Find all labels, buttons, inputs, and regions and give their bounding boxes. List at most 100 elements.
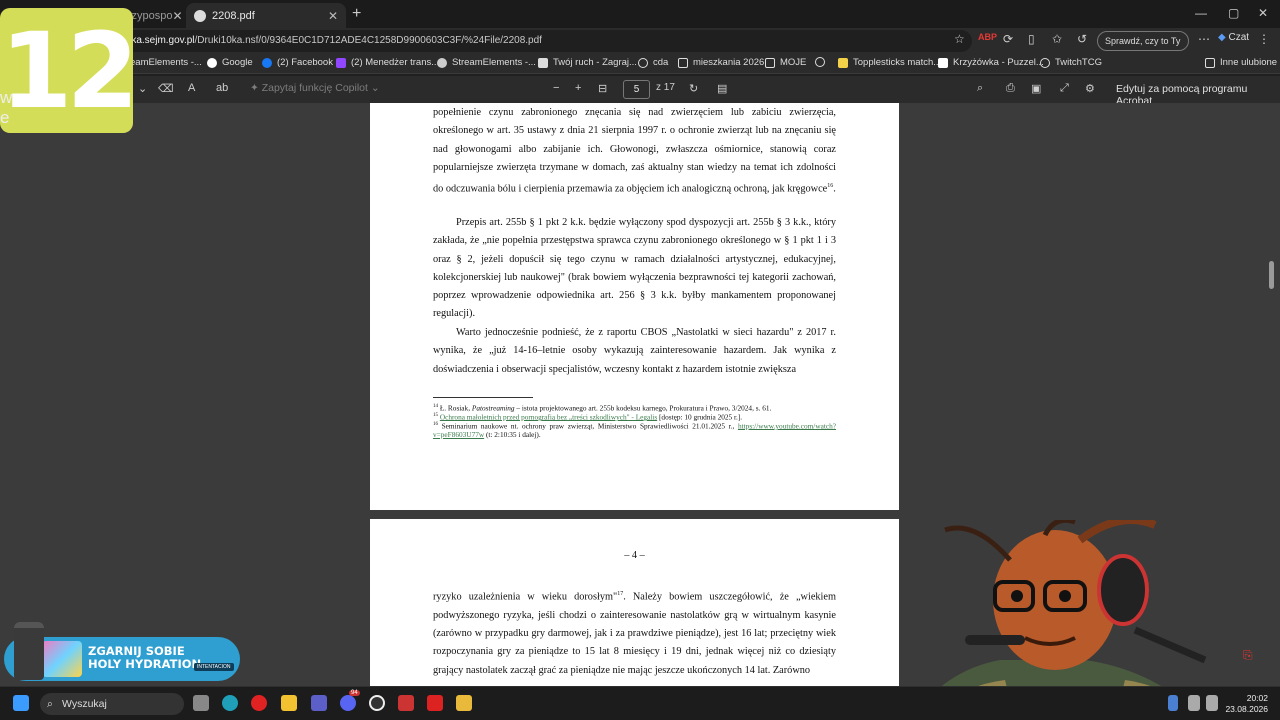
bookmark-item[interactable] — [815, 57, 830, 67]
text-icon[interactable]: A — [188, 82, 195, 94]
bookmark-folder[interactable]: MOJE — [765, 57, 806, 68]
rotate-icon[interactable]: ↻ — [689, 82, 698, 95]
app-icon[interactable] — [398, 695, 414, 711]
game-icon — [538, 57, 548, 68]
globe-icon — [1040, 57, 1050, 68]
zoom-out-icon[interactable]: − — [553, 82, 559, 94]
menu-icon[interactable]: ⋮ — [1258, 32, 1270, 46]
read-aloud-icon[interactable]: ab — [216, 82, 228, 94]
app-icon[interactable] — [456, 695, 472, 711]
other-bookmarks[interactable]: Inne ulubione — [1205, 57, 1277, 68]
copilot-input[interactable]: ✦ Zapytaj funkcję Copilot ⌄ — [250, 82, 380, 94]
bookmark-label: cda — [653, 57, 669, 68]
chat-button[interactable]: ◆ Czat — [1218, 32, 1249, 43]
bookmark-label: MOJE — [780, 57, 807, 68]
bookmark-item[interactable]: eamElements -... — [130, 57, 202, 68]
settings-icon[interactable]: ⚙ — [1085, 82, 1095, 95]
tab-active[interactable]: 2208.pdf ✕ — [186, 3, 346, 28]
display-icon[interactable] — [1188, 695, 1200, 711]
split-screen-icon[interactable]: ▯ — [1028, 32, 1035, 46]
page-total: z 17 — [656, 82, 675, 93]
favorites-icon[interactable]: ✩ — [1052, 32, 1062, 46]
eye — [1011, 590, 1023, 602]
bookmark-item[interactable]: TwitchTCG — [1040, 57, 1102, 68]
bookmark-item[interactable]: Krzyżówka - Puzzel... — [938, 57, 1044, 68]
paragraph: Przepis art. 255b § 1 pkt 2 k.k. będzie … — [433, 217, 836, 320]
close-icon[interactable]: ✕ — [172, 9, 182, 23]
folder-icon — [678, 57, 688, 68]
page-view-icon[interactable]: ▤ — [717, 82, 727, 95]
globe-icon — [638, 57, 648, 68]
opera-icon[interactable] — [251, 695, 267, 711]
minimize-icon[interactable]: — — [1195, 6, 1207, 20]
search-icon: ⌕ — [47, 698, 53, 710]
overlay-side-text: w e — [0, 88, 13, 127]
extensions-icon[interactable]: ⟳ — [1003, 32, 1013, 46]
windows-start-icon[interactable] — [13, 695, 29, 711]
file-explorer-icon[interactable] — [281, 695, 297, 711]
zoom-in-icon[interactable]: + — [575, 82, 581, 94]
url-input[interactable]: rka.sejm.gov.pl/Druki10ka.nsf/0/9364E0C1… — [118, 30, 972, 52]
bookmark-folder[interactable]: mieszkania 2026 — [678, 57, 764, 68]
bookmark-item[interactable]: StreamElements -... — [437, 57, 536, 68]
bookmark-item[interactable]: (2) Facebook — [262, 57, 333, 68]
taskbar-search[interactable]: ⌕ Wyszukaj — [40, 693, 184, 715]
footnote-text: (t: 2:10:35 i dalej). — [484, 429, 541, 439]
pdf-page: popełnienie czynu zabronionego znęcania … — [370, 103, 899, 510]
task-view-icon[interactable] — [193, 695, 209, 711]
edge-icon[interactable] — [222, 695, 238, 711]
clock[interactable]: 20:02 23.08.2026 — [1222, 693, 1268, 715]
close-icon[interactable]: ✕ — [328, 9, 338, 23]
bookmark-label: Twój ruch - Zagraj... — [553, 57, 637, 68]
bookmark-label: (2) Facebook — [277, 57, 333, 68]
eraser-icon[interactable]: ⌫ — [158, 82, 174, 95]
folder-icon — [1205, 57, 1215, 68]
maximize-icon[interactable]: ▢ — [1228, 6, 1239, 20]
paragraph: ryzyko uzależnienia w wieku dorosłym"17.… — [433, 585, 836, 680]
address-row: rka.sejm.gov.pl/Druki10ka.nsf/0/9364E0C1… — [0, 28, 1280, 54]
copilot-icon: ◆ — [1218, 32, 1226, 43]
search-icon[interactable]: ⌕ — [977, 82, 983, 95]
obs-icon[interactable] — [369, 695, 385, 711]
mic-icon[interactable] — [1168, 695, 1178, 711]
bookmark-item[interactable]: Topplesticks match... — [838, 57, 941, 68]
chevron-down-icon[interactable]: ⌄ — [138, 82, 147, 95]
chat-label: Czat — [1228, 32, 1250, 43]
paragraph-text: . Należy bowiem uszczegółowić, że „wieki… — [433, 591, 836, 676]
microphone — [965, 635, 1025, 645]
history-icon[interactable]: ↺ — [1077, 32, 1087, 46]
check-identity-button[interactable]: Sprawdź, czy to Ty — [1097, 31, 1189, 51]
bookmark-item[interactable]: cda — [638, 57, 668, 68]
bookmark-item[interactable]: (2) Menedżer trans... — [336, 57, 439, 68]
facebook-icon — [262, 57, 272, 68]
puzzle-icon — [838, 57, 848, 68]
new-tab-icon[interactable]: + — [352, 5, 361, 23]
close-window-icon[interactable]: ✕ — [1258, 6, 1268, 20]
clock-date: 23.08.2026 — [1225, 704, 1268, 714]
volume-icon[interactable] — [1206, 695, 1218, 711]
footnote: 16 Seminarium naukowe nt. ochrony praw z… — [433, 421, 836, 439]
twitch-icon — [336, 57, 346, 68]
fullscreen-icon[interactable]: ⤢ — [1060, 82, 1069, 95]
print-icon[interactable]: ⎙ — [1006, 82, 1015, 95]
adblock-icon[interactable]: ABP — [978, 32, 997, 42]
notification-badge: 94 — [349, 690, 360, 696]
fit-page-icon[interactable]: ⊟ — [598, 82, 607, 95]
scrollbar-thumb[interactable] — [1269, 261, 1274, 289]
app-icon[interactable] — [427, 695, 443, 711]
pdf-page: – 4 – ryzyko uzależnienia w wieku dorosł… — [370, 519, 899, 686]
paragraph-text: popełnienie czynu zabronionego znęcania … — [433, 107, 836, 195]
favorite-star-icon[interactable]: ☆ — [954, 32, 965, 46]
paragraph: popełnienie czynu zabronionego znęcania … — [433, 107, 836, 195]
bookmark-item[interactable]: Twój ruch - Zagraj... — [538, 57, 637, 68]
page-number-input[interactable]: 5 — [623, 80, 650, 99]
discord-icon[interactable] — [340, 695, 356, 711]
crossword-icon — [938, 57, 948, 68]
globe-icon — [815, 57, 825, 67]
paragraph-text: ryzyko uzależnienia w wieku dorosłym" — [433, 591, 618, 603]
more-icon[interactable]: ⋯ — [1198, 32, 1210, 46]
teams-icon[interactable] — [311, 695, 327, 711]
save-icon[interactable]: ▣ — [1031, 82, 1041, 95]
antenna — [944, 525, 1012, 562]
bookmark-item[interactable]: Google — [207, 57, 253, 68]
